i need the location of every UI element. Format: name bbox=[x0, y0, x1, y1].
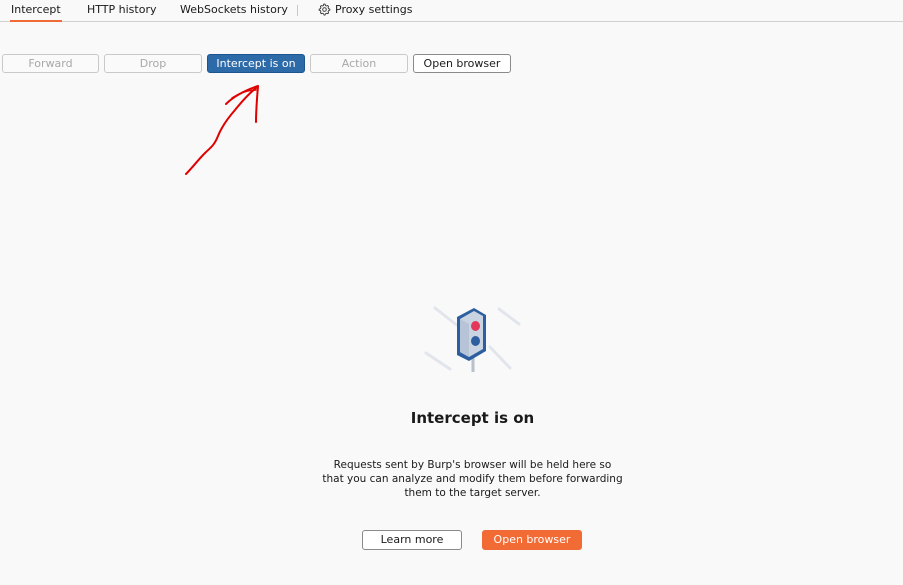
traffic-light-icon bbox=[424, 306, 521, 372]
empty-state-title: Intercept is on bbox=[410, 409, 535, 427]
learn-more-button[interactable]: Learn more bbox=[362, 530, 462, 550]
empty-state-description: Requests sent by Burp's browser will be … bbox=[322, 459, 623, 499]
open-browser-button[interactable]: Open browser bbox=[482, 530, 582, 550]
